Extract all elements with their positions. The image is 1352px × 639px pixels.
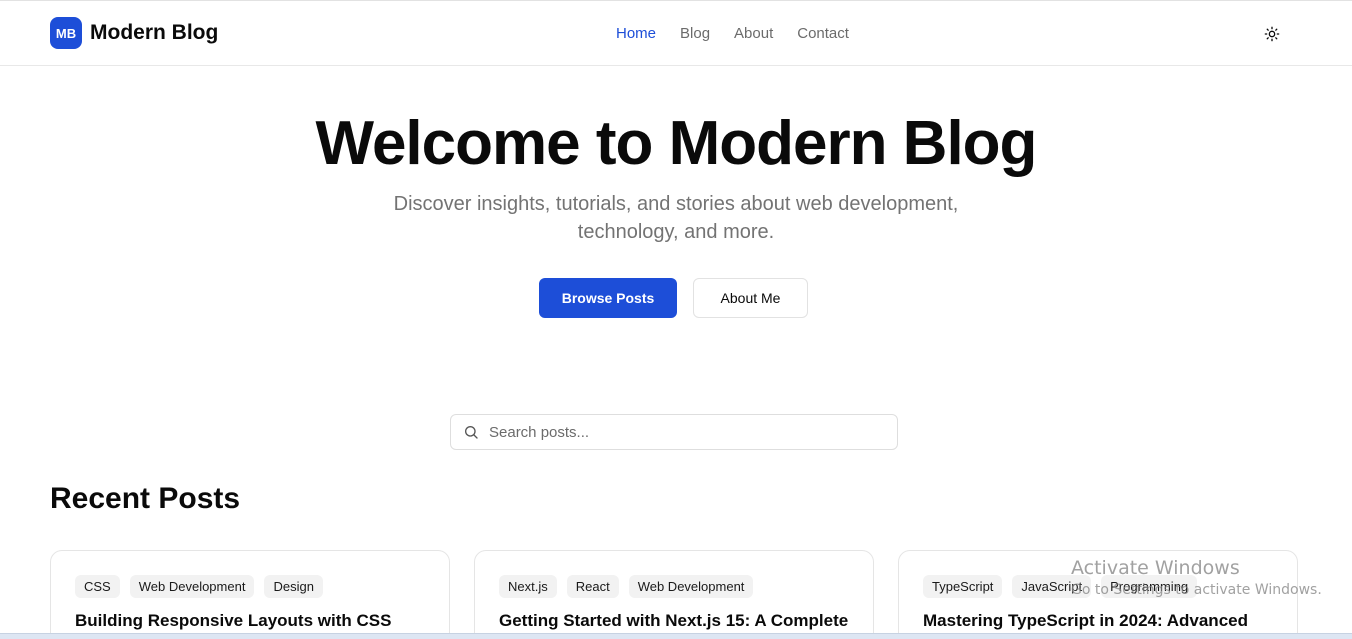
logo-badge: MB [50, 17, 82, 49]
nav-blog[interactable]: Blog [680, 25, 710, 42]
post-tag[interactable]: Web Development [129, 575, 255, 598]
hero-title: Welcome to Modern Blog [315, 109, 1038, 178]
post-tag[interactable]: Design [264, 575, 323, 598]
search-box [450, 414, 898, 450]
sun-icon [1264, 26, 1280, 42]
activate-windows-hint: Go to Settings to activate Windows. [1071, 582, 1322, 598]
post-tags: Next.js React Web Development [499, 575, 754, 598]
site-header: MB Modern Blog Home Blog About Contact [0, 0, 1352, 66]
post-card[interactable]: Next.js React Web Development Getting St… [474, 550, 874, 639]
main-nav: Home Blog About Contact [616, 25, 849, 42]
nav-home[interactable]: Home [616, 25, 656, 42]
post-card[interactable]: CSS Web Development Design Building Resp… [50, 550, 450, 639]
post-tag[interactable]: Next.js [499, 575, 557, 598]
logo-text: Modern Blog [90, 21, 219, 44]
post-tag[interactable]: CSS [75, 575, 120, 598]
search-icon [465, 426, 478, 439]
browse-posts-button[interactable]: Browse Posts [539, 278, 677, 318]
taskbar-edge [0, 633, 1352, 639]
theme-toggle-button[interactable] [1262, 24, 1282, 44]
post-tags: CSS Web Development Design [75, 575, 323, 598]
site-logo[interactable]: MB Modern Blog [50, 17, 218, 49]
recent-posts-title: Recent Posts [50, 482, 241, 515]
search-input[interactable] [489, 415, 889, 449]
activate-windows-watermark: Activate Windows [1071, 557, 1240, 579]
about-me-button[interactable]: About Me [693, 278, 808, 318]
post-tag[interactable]: TypeScript [923, 575, 1003, 598]
nav-contact[interactable]: Contact [797, 25, 849, 42]
hero-subtitle: Discover insights, tutorials, and storie… [393, 193, 959, 243]
nav-about[interactable]: About [734, 25, 773, 42]
post-tag[interactable]: React [566, 575, 619, 598]
post-tag[interactable]: Web Development [628, 575, 754, 598]
